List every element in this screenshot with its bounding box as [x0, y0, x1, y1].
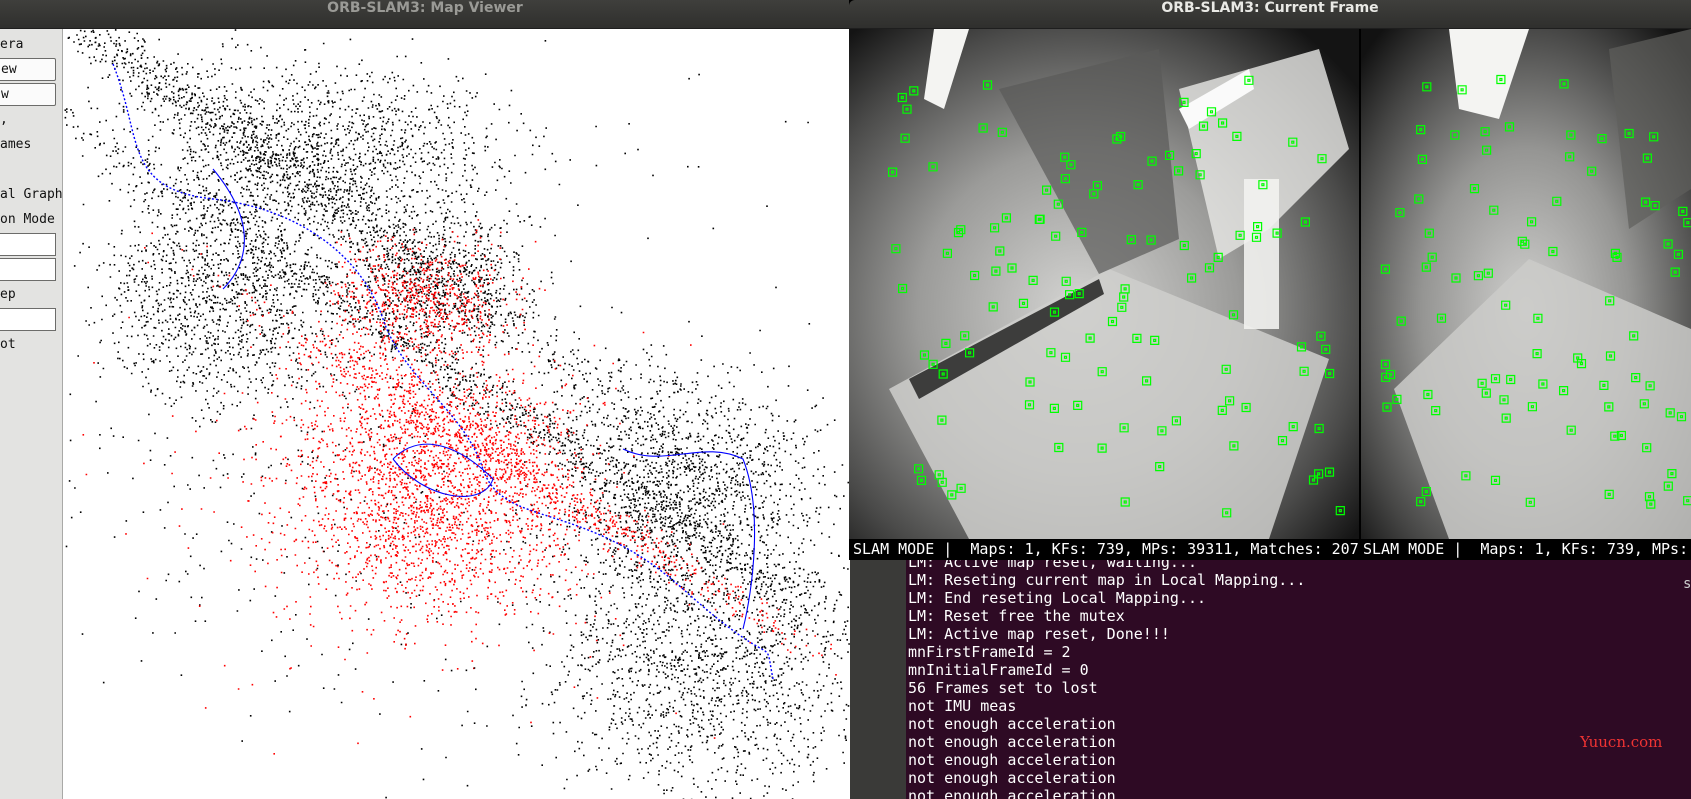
terminal-line: LM: Active map reset, Done!!!: [908, 625, 1170, 643]
panel-item-9[interactable]: [0, 258, 62, 281]
terminal-line: not enough acceleration: [908, 733, 1116, 751]
terminal-output: LM: Active map reset, waiting... LM: Rese…: [908, 560, 1305, 799]
terminal-line: not enough acceleration: [908, 751, 1116, 769]
terminal-line: not IMU meas: [908, 697, 1017, 715]
panel-checkbox-label: on Mode: [0, 212, 55, 227]
terminal-line: 56 Frames set to lost: [908, 679, 1098, 697]
terminal-line: not enough acceleration: [908, 715, 1116, 733]
terminal-line: not enough acceleration: [908, 787, 1116, 799]
panel-checkbox-label: ames: [0, 137, 32, 152]
terminal-line: mnInitialFrameId = 0: [908, 661, 1089, 679]
panel-item-11[interactable]: [0, 308, 62, 331]
terminal-line: LM: Reset free the mutex: [908, 607, 1125, 625]
panel-item-10[interactable]: ep: [0, 283, 62, 306]
panel-item-2[interactable]: w: [0, 83, 62, 106]
panel-checkbox-label: era: [0, 37, 24, 52]
current-frame-window: ORB-SLAM3: Current Frame SLAM MODE | Map…: [849, 0, 1691, 560]
panel-value-field[interactable]: [0, 233, 56, 256]
panel-item-4[interactable]: ames: [0, 133, 62, 156]
terminal-line: not enough acceleration: [908, 769, 1116, 787]
frame-status-bar: SLAM MODE | Maps: 1, KFs: 739, MPs: 3931…: [849, 539, 1691, 560]
panel-value-field[interactable]: [0, 308, 56, 331]
terminal-line: LM: Reseting current map in Local Mappin…: [908, 571, 1306, 589]
panel-item-0[interactable]: era: [0, 33, 62, 56]
menu-panel: era ew w, ames al Graph on Mode ep ot: [0, 29, 63, 799]
terminal[interactable]: LM: Active map reset, waiting... LM: Rese…: [906, 560, 1691, 799]
camera-frame-canvas: [849, 29, 1691, 539]
panel-button[interactable]: w: [0, 83, 56, 106]
panel-checkbox-label: al Graph: [0, 187, 63, 202]
panel-item-3[interactable]: ,: [0, 108, 62, 131]
terminal-line: LM: Active map reset, waiting...: [908, 560, 1197, 571]
map-viewer-window: ORB-SLAM3: Map Viewer era ew w, ames al Grap…: [0, 0, 850, 799]
panel-item-6[interactable]: al Graph: [0, 183, 62, 206]
panel-checkbox-label: ot: [0, 337, 16, 352]
terminal-line: mnFirstFrameId = 2: [908, 643, 1071, 661]
watermark: Yuucn.com: [1580, 733, 1663, 751]
left-camera-image: [849, 29, 1359, 539]
terminal-edge-text: s: [1683, 576, 1691, 592]
right-camera-image: [1361, 29, 1691, 539]
panel-button[interactable]: ew: [0, 58, 56, 81]
panel-item-5[interactable]: [0, 158, 62, 181]
panel-checkbox-label: ,: [0, 112, 8, 127]
map-viewer-title: ORB-SLAM3: Map Viewer: [0, 0, 850, 29]
panel-item-1[interactable]: ew: [0, 58, 62, 81]
panel-item-8[interactable]: [0, 233, 62, 256]
current-frame-title: ORB-SLAM3: Current Frame: [849, 0, 1691, 29]
panel-checkbox-label: ep: [0, 287, 16, 302]
status-right: SLAM MODE | Maps: 1, KFs: 739, MPs:: [1363, 540, 1689, 558]
panel-item-12[interactable]: ot: [0, 333, 62, 356]
map-point-cloud: [64, 29, 850, 799]
panel-item-7[interactable]: on Mode: [0, 208, 62, 231]
terminal-line: LM: End reseting Local Mapping...: [908, 589, 1207, 607]
map-canvas[interactable]: [63, 29, 850, 799]
panel-value-field[interactable]: [0, 258, 56, 281]
status-left: SLAM MODE | Maps: 1, KFs: 739, MPs: 3931…: [853, 540, 1359, 558]
